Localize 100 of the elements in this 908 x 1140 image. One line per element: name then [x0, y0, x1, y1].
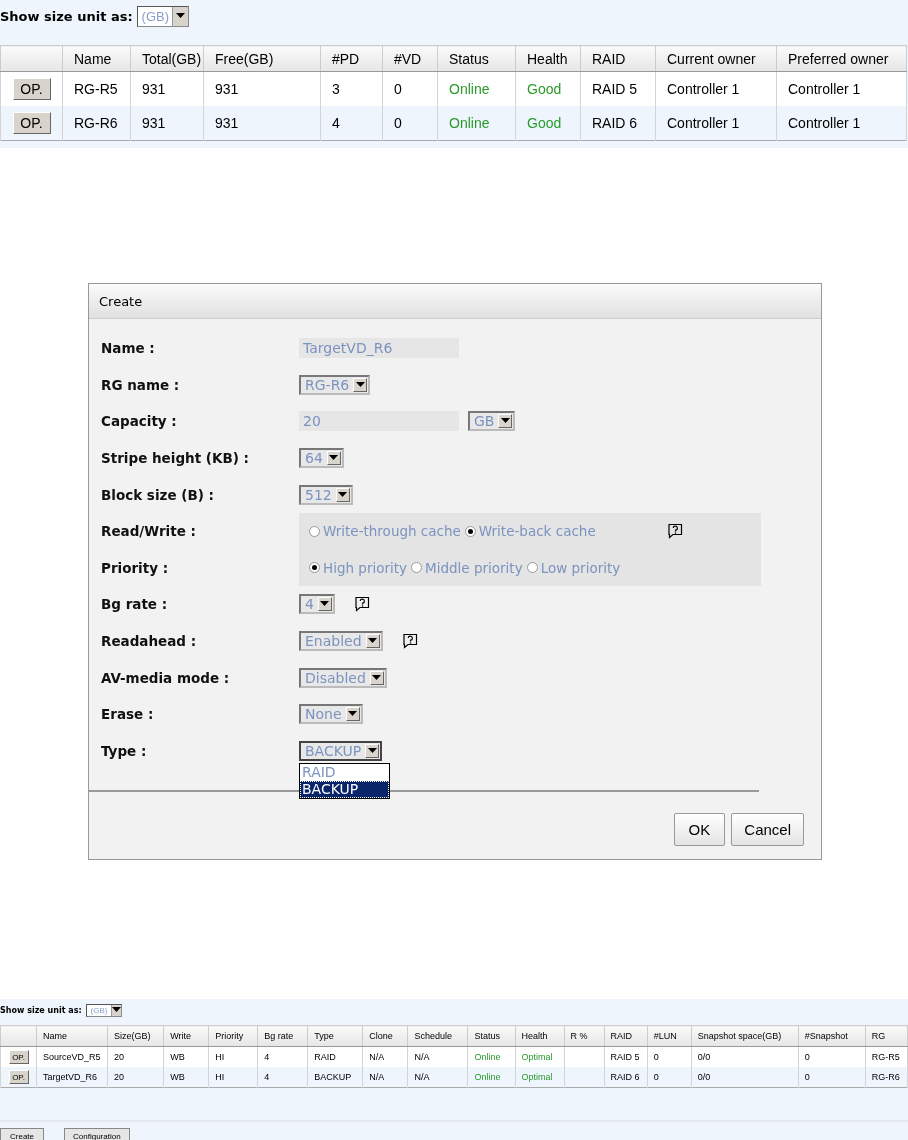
table-cell: 931 — [203, 106, 321, 141]
column-header: Total(GB) — [130, 45, 204, 72]
field-label: Priority : — [101, 559, 170, 576]
column-header: Schedule — [407, 1025, 468, 1047]
select-field[interactable]: 512 — [299, 484, 353, 505]
column-header: RG — [865, 1025, 908, 1047]
column-header: Status — [467, 1025, 515, 1047]
caret-icon — [329, 455, 339, 462]
field-label: Name : — [101, 340, 156, 357]
caret-icon — [111, 1007, 121, 1014]
help-icon[interactable] — [352, 596, 370, 613]
table-cell: Online — [467, 1067, 515, 1088]
field-label: RG name : — [101, 376, 181, 393]
table-cell: 4 — [320, 106, 383, 141]
table-cell: 0 — [382, 106, 438, 141]
op-button[interactable]: OP. — [8, 1070, 29, 1085]
help-icon[interactable] — [400, 633, 418, 650]
radio-button[interactable] — [464, 525, 476, 537]
table-cell: N/A — [362, 1067, 408, 1088]
column-header: R % — [564, 1025, 605, 1047]
unit-select[interactable]: (GB) — [85, 1003, 122, 1017]
column-header: Size(GB) — [107, 1025, 164, 1047]
column-header: Health — [515, 45, 581, 72]
radio-label: Write-through cache — [323, 523, 461, 540]
dropdown-option[interactable]: RAID — [300, 763, 389, 781]
table-cell: RAID 6 — [604, 1067, 648, 1088]
text-field[interactable]: 20 — [299, 411, 459, 432]
radio-label: Write-back cache — [478, 523, 596, 540]
caret-icon — [320, 601, 330, 608]
column-header: RAID — [604, 1025, 648, 1047]
field-label: AV-media mode : — [101, 669, 231, 686]
select-field[interactable]: Disabled — [299, 667, 387, 688]
dropdown-option[interactable]: BACKUP — [300, 780, 389, 798]
radio-label: Low priority — [540, 559, 621, 576]
table-cell: 0/0 — [691, 1067, 799, 1088]
help-icon[interactable] — [666, 523, 683, 540]
table-cell: 0 — [647, 1067, 692, 1088]
select-field[interactable]: RG-R6 — [299, 374, 371, 395]
caret-icon — [372, 674, 382, 681]
table-cell: Good — [515, 106, 581, 141]
caret-icon — [368, 638, 378, 645]
radio-button[interactable] — [309, 525, 320, 537]
table-cell: Optimal — [515, 1067, 565, 1088]
unit-select[interactable]: GB — [468, 411, 516, 432]
radio-label: Middle priority — [425, 559, 523, 576]
dialog-button[interactable]: Cancel — [731, 813, 804, 847]
table-cell: HI — [208, 1067, 258, 1088]
field-label: Stripe height (KB) : — [101, 450, 250, 467]
column-header: RAID — [580, 45, 656, 72]
column-header: Name — [62, 45, 131, 72]
table-cell: 0 — [798, 1067, 866, 1088]
column-header: Bg rate — [257, 1025, 308, 1047]
caret-icon — [348, 711, 358, 718]
column-header: Priority — [208, 1025, 258, 1047]
op-button[interactable]: OP. — [8, 1050, 29, 1065]
radio-button[interactable] — [309, 562, 320, 574]
field-label: Erase : — [101, 706, 155, 723]
select-field[interactable]: BACKUP — [299, 740, 383, 761]
field-label: Type : — [101, 742, 148, 759]
table-cell: 4 — [257, 1067, 308, 1088]
footer-button[interactable]: Create — [0, 1128, 44, 1140]
select-field[interactable]: 4 — [299, 594, 335, 615]
table-cell: WB — [163, 1067, 209, 1088]
column-header: Status — [437, 45, 516, 72]
column-header: #Snapshot — [798, 1025, 866, 1047]
table-cell: RG-R6 — [865, 1067, 908, 1088]
table-cell: BACKUP — [307, 1067, 363, 1088]
caret-icon — [176, 13, 186, 19]
column-header: Write — [163, 1025, 209, 1047]
unit-label: Show size unit as: — [0, 1005, 82, 1015]
unit-select[interactable]: (GB) — [136, 5, 190, 27]
select-field[interactable]: None — [299, 704, 363, 725]
dialog-button[interactable]: OK — [673, 813, 726, 847]
caret-icon — [355, 381, 365, 388]
table-cell: N/A — [407, 1067, 468, 1088]
radio-button[interactable] — [411, 562, 423, 574]
unit-label: Show size unit as: — [0, 8, 133, 24]
caret-icon — [500, 418, 510, 425]
footer-button[interactable]: Configuration — [64, 1128, 130, 1140]
table-cell: RAID 6 — [580, 106, 656, 141]
table-cell: 931 — [130, 106, 204, 141]
column-header: #LUN — [647, 1025, 692, 1047]
column-header: #VD — [382, 45, 438, 72]
field-label: Read/Write : — [101, 523, 197, 540]
column-header: Free(GB) — [203, 45, 321, 72]
field-label: Bg rate : — [101, 596, 169, 613]
column-header: Name — [36, 1025, 108, 1047]
table-cell: 20 — [107, 1067, 164, 1088]
radio-button[interactable] — [526, 562, 538, 574]
column-header: Health — [515, 1025, 565, 1047]
op-button[interactable]: OP. — [12, 78, 51, 100]
field-label: Block size (B) : — [101, 486, 215, 503]
field-label: Capacity : — [101, 413, 178, 430]
op-button[interactable]: OP. — [12, 112, 51, 134]
column-header: Type — [307, 1025, 363, 1047]
column-header: #PD — [320, 45, 383, 72]
select-field[interactable]: 64 — [299, 448, 344, 469]
column-header: Clone — [362, 1025, 408, 1047]
text-field[interactable]: TargetVD_R6 — [299, 338, 459, 359]
select-field[interactable]: Enabled — [299, 631, 383, 652]
